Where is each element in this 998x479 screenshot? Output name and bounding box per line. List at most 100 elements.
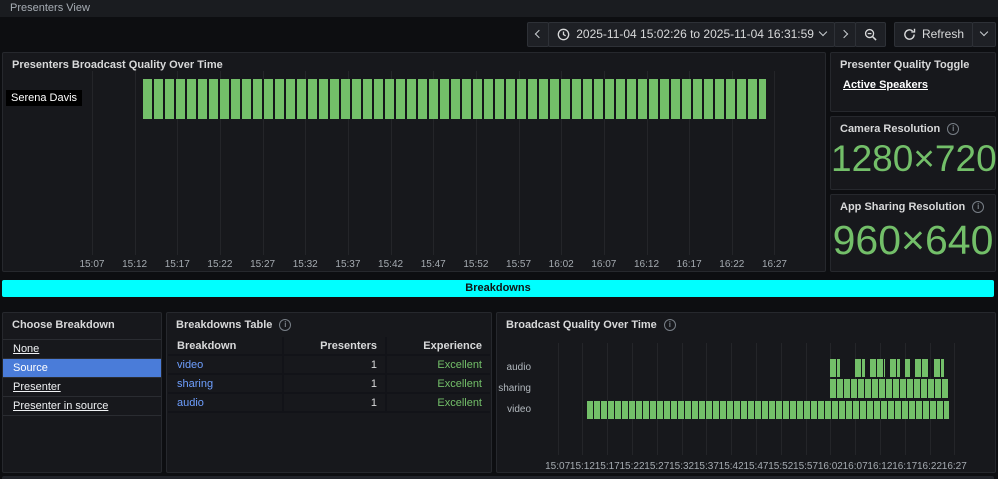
clock-icon [557, 28, 570, 40]
x-tick-label: 16:17 [892, 461, 918, 472]
breakdown-option-presenter-in-source[interactable]: Presenter in source [3, 397, 161, 416]
gridline [954, 343, 956, 455]
panel-presenters-broadcast-quality: Presenters Broadcast Quality Over Time S… [2, 52, 826, 272]
panel-title-text: Broadcast Quality Over Time [506, 319, 657, 331]
x-tick-label: 16:02 [548, 259, 574, 270]
x-tick-label: 16:22 [719, 259, 745, 270]
gridline [929, 343, 931, 455]
gridline [607, 343, 609, 455]
x-tick-label: 15:37 [693, 461, 719, 472]
zoom-out-time-button[interactable] [854, 21, 886, 47]
gridline [656, 343, 658, 455]
time-shift-forward-button[interactable] [833, 21, 856, 47]
panel-presenter-quality-toggle: Presenter Quality Toggle Active Speakers [830, 52, 996, 112]
x-tick-label: 15:27 [250, 259, 276, 270]
gridline [706, 343, 708, 455]
table-row: video 1 Excellent [168, 356, 490, 375]
panel-title-text: Presenter Quality Toggle [840, 59, 970, 71]
breakdown-option-list: None Source Presenter Presenter in source [3, 339, 161, 416]
x-tick-label: 15:37 [335, 259, 361, 270]
x-tick-label: 16:27 [941, 461, 967, 472]
x-tick-label: 15:12 [569, 461, 595, 472]
panel-app-sharing-resolution: App Sharing Resolution i 960×640 [830, 194, 996, 272]
time-range-picker-button[interactable]: 2025-11-04 15:02:26 to 2025-11-04 16:31:… [548, 21, 835, 47]
experience-value: Excellent [385, 375, 490, 394]
info-icon[interactable]: i [663, 319, 676, 331]
refresh-interval-dropdown-button[interactable] [972, 21, 996, 47]
dashboard-title: Presenters View [10, 2, 90, 14]
x-tick-label: 15:22 [207, 259, 233, 270]
column-header-presenters[interactable]: Presenters [282, 337, 385, 356]
gridline [780, 343, 782, 455]
info-icon[interactable]: i [279, 319, 292, 331]
x-tick-label: 15:12 [122, 259, 148, 270]
time-range-text: 2025-11-04 15:02:26 to 2025-11-04 16:31:… [576, 27, 814, 41]
breakdown-link-video[interactable]: video [168, 356, 282, 375]
x-tick-label: 15:27 [644, 461, 670, 472]
refresh-button[interactable]: Refresh [893, 21, 973, 47]
breakdown-link-sharing[interactable]: sharing [168, 375, 282, 394]
breakdown-option-none[interactable]: None [3, 340, 161, 359]
presenters-count: 1 [282, 394, 385, 413]
presenters-count: 1 [282, 375, 385, 394]
gridline [774, 71, 776, 255]
column-header-breakdown[interactable]: Breakdown [168, 337, 282, 356]
breakdowns-row-header[interactable]: Breakdowns [2, 280, 994, 297]
active-speakers-link[interactable]: Active Speakers [843, 79, 928, 91]
zoom-out-icon [864, 28, 877, 41]
panel-title: App Sharing Resolution i [831, 195, 995, 219]
x-tick-label: 15:17 [164, 259, 190, 270]
x-tick-label: 16:07 [842, 461, 868, 472]
time-shift-back-button[interactable] [527, 21, 550, 47]
panel-camera-resolution: Camera Resolution i 1280×720 [830, 116, 997, 190]
column-header-experience[interactable]: Experience [385, 337, 490, 356]
gridline [731, 343, 733, 455]
x-tick-label: 15:52 [463, 259, 489, 270]
info-icon[interactable]: i [972, 201, 985, 213]
x-tick-label: 16:27 [761, 259, 787, 270]
status-history-plot[interactable]: 15:07 15:12 15:17 15:22 15:27 15:32 15:37 15:42… [53, 71, 817, 271]
x-tick-label: 16:02 [817, 461, 843, 472]
x-tick-label: 15:57 [793, 461, 819, 472]
y-category-label: video [507, 404, 531, 415]
status-segment [587, 401, 950, 419]
x-tick-label: 16:22 [916, 461, 943, 472]
x-tick-label: 15:47 [420, 259, 446, 270]
panel-title-text: Choose Breakdown [12, 319, 115, 331]
experience-value: Excellent [385, 356, 490, 375]
x-tick-label: 16:17 [676, 259, 702, 270]
info-icon[interactable]: i [947, 123, 960, 135]
panel-title: Choose Breakdown [3, 313, 161, 337]
panel-choose-breakdown: Choose Breakdown None Source Presenter Pres… [2, 312, 162, 473]
x-tick-label: 15:52 [768, 461, 794, 472]
refresh-label: Refresh [921, 27, 964, 41]
gridline [91, 71, 93, 255]
panel-title-text: Breakdowns Table [176, 319, 273, 331]
breakdown-option-source[interactable]: Source [3, 359, 161, 378]
panel-title-text: Camera Resolution [840, 123, 941, 135]
x-tick-label: 16:07 [591, 259, 617, 270]
status-history-plot[interactable]: 15:07 15:12 15:17 15:22 15:27 15:32 15:37 15:42… [498, 343, 979, 472]
gridline [582, 343, 584, 455]
gridline [134, 71, 136, 255]
chevron-down-icon [818, 27, 828, 37]
x-tick-label: 15:32 [669, 461, 695, 472]
chevron-right-icon [839, 29, 849, 39]
breakdowns-table: Breakdown Presenters Experience video 1 Excel… [168, 337, 490, 413]
breakdown-option-presenter[interactable]: Presenter [3, 378, 161, 397]
gridline [681, 343, 683, 455]
status-segment [830, 379, 950, 398]
status-segment [904, 359, 910, 377]
x-tick-label: 15:17 [594, 461, 620, 472]
refresh-controls: Refresh [893, 21, 996, 47]
status-segment [870, 359, 885, 377]
top-nav-bar: Presenters View [0, 0, 998, 17]
chevron-left-icon [534, 29, 544, 39]
gridline [557, 343, 559, 455]
chevron-down-icon [979, 27, 989, 37]
experience-value: Excellent [385, 394, 490, 413]
time-toolbar: 2025-11-04 15:02:26 to 2025-11-04 16:31:… [527, 21, 996, 47]
panel-title-text: Presenters Broadcast Quality Over Time [12, 59, 223, 71]
table-header-row: Breakdown Presenters Experience [168, 337, 490, 356]
breakdown-link-audio[interactable]: audio [168, 394, 282, 413]
